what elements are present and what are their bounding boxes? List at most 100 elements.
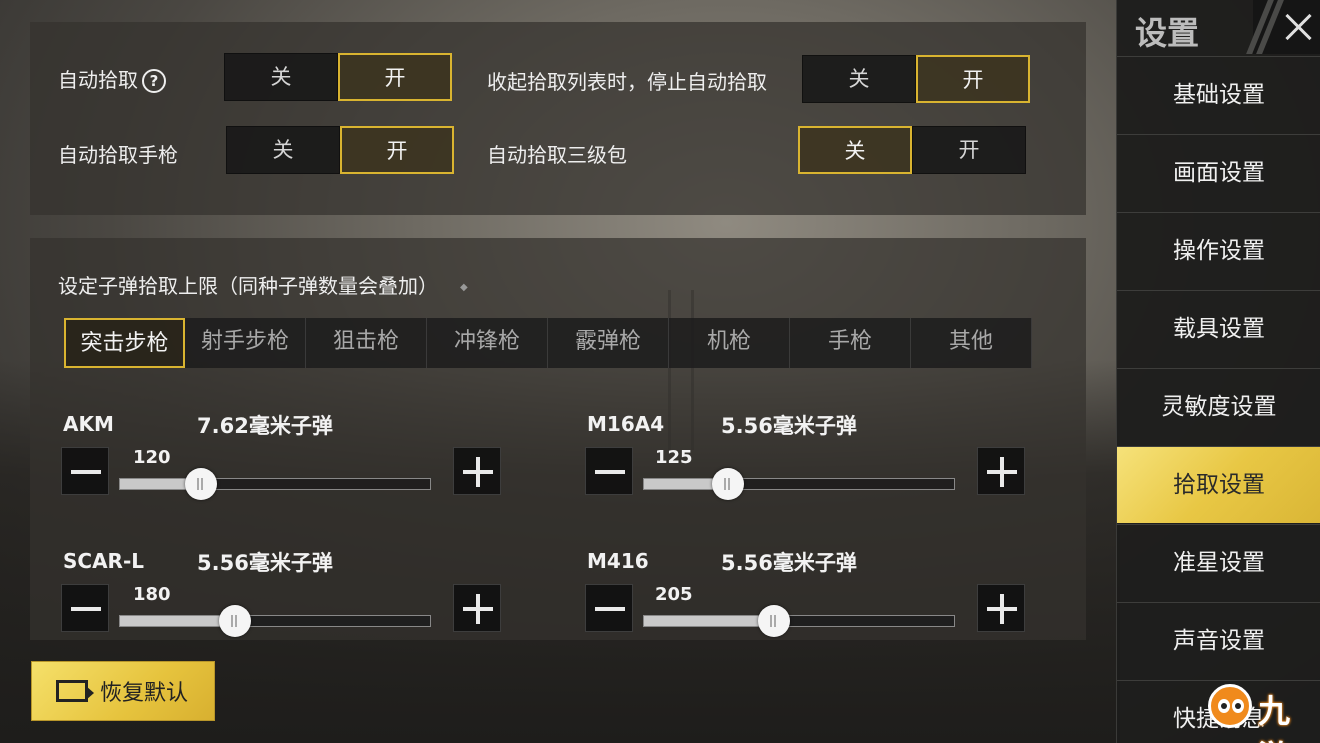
gun-value: 180 (133, 584, 171, 605)
stop-on-collapse-off-button[interactable]: 关 (802, 55, 916, 103)
tab-dmr[interactable]: 射手步枪 (185, 318, 306, 368)
reset-default-label: 恢复默认 (100, 681, 189, 706)
gun-value: 125 (655, 447, 693, 468)
gun-name: AKM (63, 412, 114, 436)
auto-pickup-lv3-bag-label: 自动拾取三级包 (487, 143, 627, 167)
plus-icon-vertical (476, 594, 480, 624)
slider-track[interactable] (643, 605, 955, 637)
slider-track[interactable] (643, 468, 955, 500)
weapon-category-tabs: 突击步枪 射手步枪 狙击枪 冲锋枪 霰弹枪 机枪 手枪 其他 (64, 318, 1032, 368)
grip-line (196, 478, 199, 490)
tab-sniper[interactable]: 狙击枪 (306, 318, 427, 368)
decrease-button[interactable] (585, 584, 633, 632)
plus-icon-vertical (476, 457, 480, 487)
decrease-button[interactable] (61, 584, 109, 632)
slider-fill (644, 616, 775, 626)
plus-icon-vertical (1000, 594, 1004, 624)
decrease-button[interactable] (61, 447, 109, 495)
sidebar-item-controls[interactable]: 操作设置 (1117, 212, 1320, 289)
slider-thumb[interactable] (758, 605, 791, 637)
ammo-limit-title-text: 设定子弹拾取上限（同种子弹数量会叠加） (58, 274, 438, 298)
tab-lmg[interactable]: 机枪 (669, 318, 790, 368)
gun-slider-m16a4: M16A4 5.56毫米子弹 125 (585, 412, 1045, 522)
gun-value: 120 (133, 447, 171, 468)
auto-pickup-lv3-bag-off-button[interactable]: 关 (798, 126, 912, 174)
tab-smg[interactable]: 冲锋枪 (427, 318, 548, 368)
sidebar-item-basic[interactable]: 基础设置 (1117, 56, 1320, 133)
sidebar-item-vehicle[interactable]: 载具设置 (1117, 290, 1320, 367)
close-button[interactable] (1246, 0, 1320, 54)
sidebar-item-crosshair[interactable]: 准星设置 (1117, 524, 1320, 601)
grip-line (234, 615, 237, 627)
sidebar-item-sensitivity[interactable]: 灵敏度设置 (1117, 368, 1320, 445)
slider-track[interactable] (119, 605, 431, 637)
grip-line (723, 478, 726, 490)
tab-shotgun[interactable]: 霰弹枪 (548, 318, 669, 368)
auto-pickup-pistol-off-button[interactable]: 关 (226, 126, 340, 174)
slider-fill (120, 616, 235, 626)
grip-line (727, 478, 730, 490)
gun-value: 205 (655, 584, 693, 605)
stop-on-collapse-on-button[interactable]: 开 (916, 55, 1030, 103)
tab-pistol[interactable]: 手枪 (790, 318, 911, 368)
mascot-eye (1218, 699, 1230, 713)
auto-pickup-pistol-on-button[interactable]: 开 (340, 126, 454, 174)
settings-sidebar: 设置 基础设置 画面设置 操作设置 载具设置 灵敏度设置 拾取设置 准星设置 声… (1116, 0, 1320, 743)
grip-line (774, 615, 777, 627)
auto-pickup-on-button[interactable]: 开 (338, 53, 452, 101)
minus-icon (71, 470, 101, 474)
ammo-limit-panel: 设定子弹拾取上限（同种子弹数量会叠加） ◆ 突击步枪 射手步枪 狙击枪 冲锋枪 霰… (30, 238, 1086, 640)
reset-default-button[interactable]: 恢复默认 (31, 661, 215, 721)
gun-name: M16A4 (587, 412, 665, 436)
sidebar-item-pickup[interactable]: 拾取设置 (1117, 446, 1320, 523)
slider-thumb[interactable] (218, 605, 251, 637)
stop-on-collapse-toggle: 关 开 (802, 55, 1030, 103)
auto-pickup-lv3-bag-toggle: 关 开 (798, 126, 1026, 174)
sidebar-header: 设置 (1117, 0, 1320, 56)
gun-slider-scar-l: SCAR-L 5.56毫米子弹 180 (61, 549, 521, 640)
minus-icon (71, 607, 101, 611)
slider-track[interactable] (119, 468, 431, 500)
gun-ammo-type: 5.56毫米子弹 (197, 551, 333, 575)
auto-pickup-pistol-label: 自动拾取手枪 (58, 143, 178, 167)
gun-ammo-type: 5.56毫米子弹 (721, 414, 857, 438)
gun-slider-m416: M416 5.56毫米子弹 205 (585, 549, 1045, 640)
stop-on-collapse-label: 收起拾取列表时，停止自动拾取 (487, 70, 767, 94)
tab-other[interactable]: 其他 (911, 318, 1032, 368)
increase-button[interactable] (453, 584, 501, 632)
tab-assault-rifle[interactable]: 突击步枪 (64, 318, 185, 368)
diamond-icon: ◆ (460, 282, 468, 293)
sidebar-item-graphics[interactable]: 画面设置 (1117, 134, 1320, 211)
close-icon (1283, 12, 1313, 42)
grip-line (230, 615, 233, 627)
increase-button[interactable] (977, 584, 1025, 632)
increase-button[interactable] (453, 447, 501, 495)
minus-icon (595, 470, 625, 474)
grip-line (770, 615, 773, 627)
auto-pickup-off-button[interactable]: 关 (224, 53, 338, 101)
sidebar-item-audio[interactable]: 声音设置 (1117, 602, 1320, 679)
slider-thumb[interactable] (711, 468, 744, 500)
grip-line (200, 478, 203, 490)
watermark-text: 九游 (1258, 692, 1291, 743)
mascot-eye (1232, 699, 1244, 713)
minus-icon (595, 607, 625, 611)
reset-icon (56, 680, 94, 702)
gun-name: SCAR-L (63, 549, 145, 573)
auto-pickup-pistol-toggle: 关 开 (226, 126, 454, 174)
sidebar-title: 设置 (1135, 14, 1200, 52)
auto-pickup-toggle: 关 开 (224, 53, 452, 101)
slider-thumb[interactable] (184, 468, 217, 500)
auto-pickup-panel: 自动拾取? 关 开 收起拾取列表时，停止自动拾取 关 开 自动拾取手枪 关 开 … (30, 22, 1086, 215)
auto-pickup-label: 自动拾取 (58, 68, 138, 92)
plus-icon-vertical (1000, 457, 1004, 487)
auto-pickup-lv3-bag-on-button[interactable]: 开 (912, 126, 1026, 174)
mascot-icon (1208, 684, 1252, 728)
gun-ammo-type: 5.56毫米子弹 (721, 551, 857, 575)
help-icon[interactable]: ? (142, 69, 166, 93)
auto-pickup-row: 自动拾取? (58, 64, 166, 93)
watermark-logo: 九游 (1206, 680, 1320, 743)
decrease-button[interactable] (585, 447, 633, 495)
gun-slider-akm: AKM 7.62毫米子弹 120 (61, 412, 521, 522)
increase-button[interactable] (977, 447, 1025, 495)
